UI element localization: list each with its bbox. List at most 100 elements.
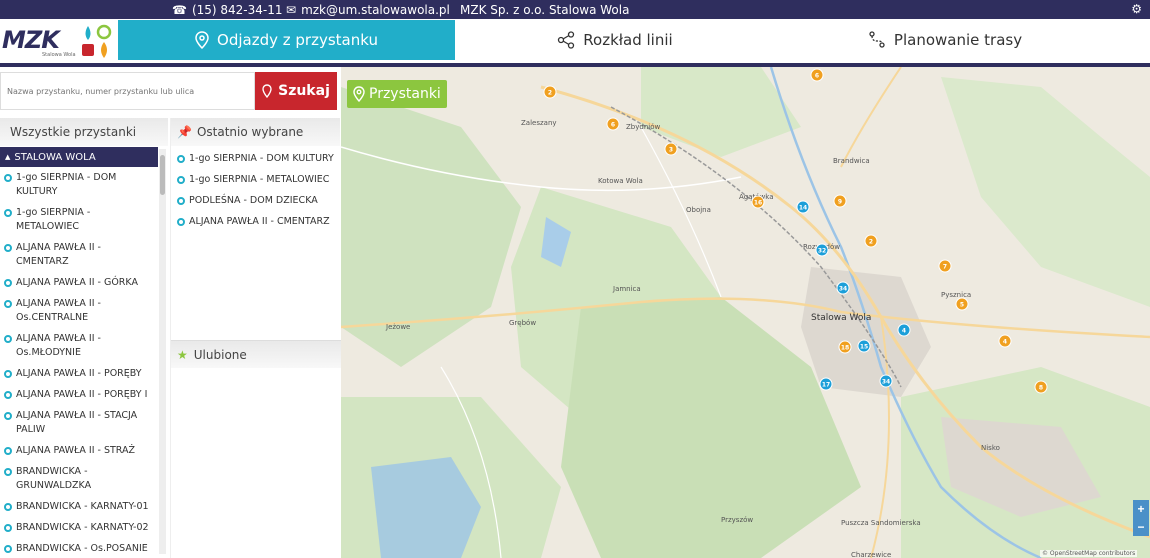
- stop-marker-label: 17: [822, 382, 830, 389]
- map-pin-icon: [353, 86, 365, 102]
- stop-list-item[interactable]: BRANDWICKA - KARNATY-01: [0, 496, 158, 517]
- stop-list-item[interactable]: 1-go SIERPNIA - DOM KULTURY: [0, 167, 158, 202]
- stop-circle-icon: [177, 155, 185, 163]
- map-place-label: Kotowa Wola: [598, 177, 643, 185]
- stop-marker[interactable]: 32: [815, 243, 829, 257]
- stop-circle-icon: [177, 197, 185, 205]
- stop-marker[interactable]: 18: [838, 340, 852, 354]
- urban-area: [801, 267, 931, 397]
- tab-route-planning-label: Planowanie trasy: [893, 31, 1023, 49]
- stop-list-item[interactable]: ALJANA PAWŁA II - CMENTARZ: [0, 237, 158, 272]
- logo-subtitle: Stalowa Wola: [42, 52, 76, 58]
- search-bar: Szukaj: [0, 72, 340, 110]
- stop-marker[interactable]: 14: [796, 200, 810, 214]
- zoom-in-button[interactable]: +: [1133, 500, 1149, 518]
- header: MZK Stalowa Wola Odjazdy z przystanku Ro…: [0, 19, 1150, 67]
- stop-label: ALJANA PAWŁA II - PORĘBY: [16, 368, 142, 379]
- tab-route-planning[interactable]: Planowanie trasy: [775, 20, 1115, 60]
- stop-label: 1-go SIERPNIA - DOM KULTURY: [16, 172, 117, 197]
- favorites-title: Ulubione: [193, 347, 247, 362]
- stop-list-item[interactable]: BRANDWICKA - GRUNWALDZKA: [0, 461, 158, 496]
- recent-list: 1-go SIERPNIA - DOM KULTURY 1-go SIERPNIA…: [171, 146, 340, 232]
- tab-line-schedule[interactable]: Rozkład linii: [455, 20, 775, 60]
- mzk-logo[interactable]: MZK Stalowa Wola: [2, 22, 117, 62]
- stop-marker-label: 4: [902, 328, 906, 335]
- stop-list-item[interactable]: ALJANA PAWŁA II - GÓRKA: [0, 272, 158, 293]
- tab-departures[interactable]: Odjazdy z przystanku: [118, 20, 455, 60]
- search-input[interactable]: [0, 72, 255, 110]
- stop-marker[interactable]: 6: [810, 68, 824, 82]
- gear-icon[interactable]: ⚙: [1131, 2, 1142, 16]
- stop-marker[interactable]: 4: [998, 334, 1012, 348]
- stop-marker-label: 16: [754, 200, 762, 207]
- stop-circle-icon: [4, 335, 12, 343]
- stop-marker[interactable]: 8: [1034, 380, 1048, 394]
- phone-icon: ☎: [172, 2, 187, 17]
- stop-list-item[interactable]: ALJANA PAWŁA II - PORĘBY: [0, 363, 158, 384]
- pin-icon: 📌: [177, 125, 192, 139]
- stop-marker[interactable]: 34: [879, 374, 893, 388]
- stop-label: ALJANA PAWŁA II - PORĘBY I: [16, 389, 148, 400]
- stop-marker-label: 9: [838, 199, 842, 206]
- stop-list-item[interactable]: BRANDWICKA - Os.POSANIE: [0, 538, 158, 558]
- envelope-icon: ✉: [286, 2, 297, 17]
- search-button[interactable]: Szukaj: [255, 72, 337, 110]
- stop-marker[interactable]: 17: [819, 377, 833, 391]
- stop-marker[interactable]: 5: [955, 297, 969, 311]
- stop-marker[interactable]: 2: [543, 85, 557, 99]
- stop-marker[interactable]: 15: [857, 339, 871, 353]
- zoom-out-button[interactable]: −: [1133, 518, 1149, 536]
- stop-marker[interactable]: 34: [836, 281, 850, 295]
- top-info-bar: ☎ (15) 842-34-11 ✉ mzk@um.stalowawola.pl…: [0, 0, 1150, 19]
- stop-list-item[interactable]: ALJANA PAWŁA II - Os.MŁODYNIE: [0, 328, 158, 363]
- stop-list-item[interactable]: 1-go SIERPNIA - METALOWIEC: [0, 202, 158, 237]
- map-attribution[interactable]: © OpenStreetMap contributors: [1040, 550, 1138, 557]
- forest-area: [941, 77, 1150, 307]
- stop-list-item[interactable]: ALJANA PAWŁA II - Os.CENTRALNE: [0, 293, 158, 328]
- stops-scrollbar[interactable]: [159, 149, 166, 554]
- map-place-label: Grębów: [509, 319, 536, 327]
- stop-list-item[interactable]: ALJANA PAWŁA II - STACJA PALIW: [0, 405, 158, 440]
- stop-marker-label: 3: [669, 147, 673, 154]
- stops-layer-label: Przystanki: [369, 86, 441, 102]
- share-nodes-icon: [558, 31, 575, 49]
- stop-list-item[interactable]: ALJANA PAWŁA II - PORĘBY I: [0, 384, 158, 405]
- stop-circle-icon: [4, 447, 12, 455]
- stop-marker[interactable]: 3: [664, 142, 678, 156]
- stop-label: ALJANA PAWŁA II - STRAŻ: [16, 445, 136, 456]
- stop-marker[interactable]: 4: [897, 323, 911, 337]
- stop-circle-icon: [177, 176, 185, 184]
- stop-circle-icon: [4, 279, 12, 287]
- stop-marker-label: 4: [1003, 339, 1007, 346]
- stop-marker[interactable]: 7: [938, 259, 952, 273]
- map-view[interactable]: Stalowa WolaRozwadówCharzewicePrzyszówJa…: [341, 67, 1150, 558]
- map-place-label: Charzewice: [851, 551, 891, 558]
- stops-layer-badge[interactable]: Przystanki: [347, 80, 447, 108]
- stop-circle-icon: [4, 503, 12, 511]
- stop-list-item[interactable]: ALJANA PAWŁA II - STRAŻ: [0, 440, 158, 461]
- stop-marker[interactable]: 2: [864, 234, 878, 248]
- stop-group-header[interactable]: ▲ STALOWA WOLA: [0, 147, 158, 167]
- recent-list-item[interactable]: ALJANA PAWŁA II - CMENTARZ: [171, 211, 340, 232]
- stop-marker-label: 5: [960, 302, 964, 309]
- map-canvas[interactable]: Stalowa WolaRozwadówCharzewicePrzyszówJa…: [341, 67, 1150, 558]
- stop-list-item[interactable]: BRANDWICKA - KARNATY-02: [0, 517, 158, 538]
- forest-area: [641, 67, 801, 157]
- map-place-label: Przyszów: [721, 516, 753, 524]
- map-place-label: Jamnica: [612, 285, 641, 293]
- scrollbar-thumb[interactable]: [160, 155, 165, 195]
- stop-circle-icon: [177, 218, 185, 226]
- stop-marker-label: 34: [882, 379, 890, 386]
- company-name: MZK Sp. z o.o. Stalowa Wola: [460, 2, 630, 17]
- stop-marker-label: 7: [943, 264, 947, 271]
- phone-contact[interactable]: ☎ (15) 842-34-11: [172, 3, 283, 17]
- stop-marker[interactable]: 9: [833, 194, 847, 208]
- stop-label: 1-go SIERPNIA - METALOWIEC: [16, 207, 91, 232]
- recent-list-item[interactable]: 1-go SIERPNIA - DOM KULTURY: [171, 148, 340, 169]
- recent-stop-label: 1-go SIERPNIA - METALOWIEC: [189, 174, 330, 185]
- recent-list-item[interactable]: 1-go SIERPNIA - METALOWIEC: [171, 169, 340, 190]
- stop-marker[interactable]: 6: [606, 117, 620, 131]
- email-contact[interactable]: ✉ mzk@um.stalowawola.pl: [286, 3, 450, 17]
- recent-list-item[interactable]: PODLEŚNA - DOM DZIECKA: [171, 190, 340, 211]
- stop-marker[interactable]: 16: [751, 195, 765, 209]
